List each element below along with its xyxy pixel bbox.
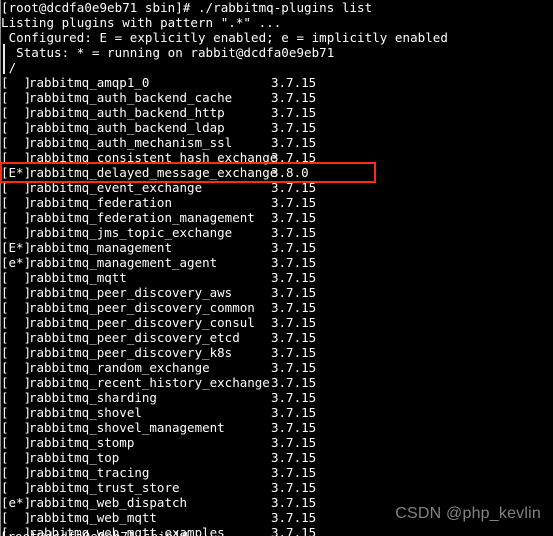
plugin-row: [ ] rabbitmq_peer_discovery_aws 3.7.15 xyxy=(0,285,553,300)
plugin-row: [ ] rabbitmq_federation 3.7.15 xyxy=(0,195,553,210)
plugin-row: [ ] rabbitmq_event_exchange 3.7.15 xyxy=(0,180,553,195)
plugin-version: 3.7.15 xyxy=(271,150,317,165)
plugin-name: rabbitmq_management xyxy=(29,240,172,255)
plugin-name: rabbitmq_web_dispatch xyxy=(29,495,188,510)
plugin-name: rabbitmq_stomp xyxy=(29,435,135,450)
plugin-version: 3.7.15 xyxy=(271,90,317,105)
plugin-name: rabbitmq_mqtt xyxy=(29,270,127,285)
plugin-name: rabbitmq_web_mqtt xyxy=(29,510,157,525)
plugin-name: rabbitmq_auth_backend_cache xyxy=(29,90,233,105)
plugin-version: 3.7.15 xyxy=(271,195,317,210)
plugin-version: 3.7.15 xyxy=(271,240,317,255)
plugin-name: rabbitmq_peer_discovery_aws xyxy=(29,285,233,300)
terminal-window[interactable]: [root@dcdfa0e9eb71 sbin]# ./rabbitmq-plu… xyxy=(0,0,553,536)
configured-legend-line: Configured: E = explicitly enabled; e = … xyxy=(1,30,448,45)
plugin-name: rabbitmq_recent_history_exchange xyxy=(29,375,270,390)
plugin-row: [ ] rabbitmq_stomp 3.7.15 xyxy=(0,435,553,450)
plugin-version: 3.7.15 xyxy=(271,465,317,480)
plugin-name: rabbitmq_peer_discovery_common xyxy=(29,300,255,315)
plugin-name: rabbitmq_peer_discovery_k8s xyxy=(29,345,233,360)
csdn-watermark: CSDN @php_kevlin xyxy=(395,505,541,522)
plugin-version: 3.7.15 xyxy=(271,450,317,465)
plugin-row: [ ] rabbitmq consistent hash exchange 3.7.… xyxy=(0,150,553,165)
plugin-name: rabbitmq_trust_store xyxy=(29,480,180,495)
plugin-row: [E*] rabbitmq_delayed_message_exchange 3.8… xyxy=(0,165,553,180)
plugin-name: rabbitmq_federation_management xyxy=(29,210,255,225)
plugin-version: 3.7.15 xyxy=(271,435,317,450)
plugin-row: [ ] rabbitmq_auth_backend_cache 3.7.15 xyxy=(0,90,553,105)
plugin-version: 3.7.15 xyxy=(271,255,317,270)
plugin-version: 3.7.15 xyxy=(271,75,317,90)
terminal-output: [root@dcdfa0e9eb71 sbin]# ./rabbitmq-plu… xyxy=(0,0,553,536)
plugin-name: rabbitmq_auth_backend_ldap xyxy=(29,120,225,135)
plugin-name: rabbitmq_federation xyxy=(29,195,172,210)
plugin-version: 3.7.15 xyxy=(271,330,317,345)
plugin-row: [ ] rabbitmq_sharding 3.7.15 xyxy=(0,390,553,405)
plugin-row: [ ] rabbitmq_mqtt 3.7.15 xyxy=(0,270,553,285)
plugin-list: [ ] rabbitmq_amqp1_0 3.7.15[ ] rabbitmq_aut… xyxy=(0,75,553,536)
plugin-name: rabbitmq_jms_topic_exchange xyxy=(29,225,233,240)
plugin-row: [ ] rabbitmq_random_exchange 3.7.15 xyxy=(0,360,553,375)
plugin-name: rabbitmq_delayed_message_exchange xyxy=(29,165,278,180)
plugin-version: 3.7.15 xyxy=(271,120,317,135)
plugin-version: 3.7.15 xyxy=(271,225,317,240)
plugin-version: 3.7.15 xyxy=(271,270,317,285)
plugin-version: 3.7.15 xyxy=(271,360,317,375)
plugin-row: [ ] rabbitmq_shovel_management 3.7.15 xyxy=(0,420,553,435)
plugin-version: 3.7.15 xyxy=(271,135,317,150)
plugin-version: 3.7.15 xyxy=(271,405,317,420)
plugin-version: 3.7.15 xyxy=(271,345,317,360)
plugin-name: rabbitmq consistent hash exchange xyxy=(29,150,278,165)
plugin-row: [e*] rabbitmq_management_agent 3.7.15 xyxy=(0,255,553,270)
separator-line: / xyxy=(1,60,17,75)
plugin-version: 3.7.15 xyxy=(271,510,317,525)
status-legend-line: Status: * = running on rabbit@dcdfa0e9eb… xyxy=(1,45,335,60)
plugin-version: 3.7.15 xyxy=(271,480,317,495)
plugin-version: 3.7.15 xyxy=(271,300,317,315)
plugin-version: 3.7.15 xyxy=(271,525,317,536)
plugin-row: [ ] rabbitmq_auth_backend_http 3.7.15 xyxy=(0,105,553,120)
plugin-version: 3.7.15 xyxy=(271,495,317,510)
plugin-version: 3.7.15 xyxy=(271,105,317,120)
listing-pattern-line: Listing plugins with pattern ".*" ... xyxy=(1,15,282,30)
plugin-row: [E*] rabbitmq_management 3.7.15 xyxy=(0,240,553,255)
plugin-version: 3.7.15 xyxy=(271,420,317,435)
plugin-name: rabbitmq_peer_discovery_etcd xyxy=(29,330,240,345)
plugin-row: [ ] rabbitmq_top 3.7.15 xyxy=(0,450,553,465)
plugin-version: 3.7.15 xyxy=(271,390,317,405)
plugin-name: rabbitmq_sharding xyxy=(29,390,157,405)
plugin-name: rabbitmq_management_agent xyxy=(29,255,218,270)
plugin-name: rabbitmq_auth_backend_http xyxy=(29,105,225,120)
plugin-name: rabbitmq_auth_mechanism_ssl xyxy=(29,135,233,150)
plugin-name: rabbitmq_top xyxy=(29,450,120,465)
bottom-prompt-line: [root@dcdfa0e9eb71 sbin]# xyxy=(0,529,188,536)
plugin-row: [ ] rabbitmq_peer_discovery_etcd 3.7.15 xyxy=(0,330,553,345)
plugin-version: 3.8.0 xyxy=(271,165,309,180)
plugin-version: 3.7.15 xyxy=(271,180,317,195)
plugin-name: rabbitmq_event_exchange xyxy=(29,180,203,195)
plugin-version: 3.7.15 xyxy=(271,315,317,330)
plugin-row: [ ] rabbitmq_peer_discovery_common 3.7.15 xyxy=(0,300,553,315)
plugin-version: 3.7.15 xyxy=(271,375,317,390)
plugin-row: [ ] rabbitmq_trust_store 3.7.15 xyxy=(0,480,553,495)
plugin-row: [ ] rabbitmq_federation_management 3.7.15 xyxy=(0,210,553,225)
plugin-row: [ ] rabbitmq_peer_discovery_consul 3.7.15 xyxy=(0,315,553,330)
plugin-version: 3.7.15 xyxy=(271,285,317,300)
plugin-row: [ ] rabbitmq_auth_mechanism_ssl 3.7.15 xyxy=(0,135,553,150)
plugin-name: rabbitmq_shovel xyxy=(29,405,142,420)
plugin-row: [ ] rabbitmq_recent_history_exchange 3.7.1… xyxy=(0,375,553,390)
shell-prompt-line: [root@dcdfa0e9eb71 sbin]# ./rabbitmq-plu… xyxy=(1,0,373,15)
plugin-row: [ ] rabbitmq_auth_backend_ldap 3.7.15 xyxy=(0,120,553,135)
plugin-row: [ ] rabbitmq_peer_discovery_k8s 3.7.15 xyxy=(0,345,553,360)
plugin-name: rabbitmq_shovel_management xyxy=(29,420,225,435)
plugin-row: [ ] rabbitmq_tracing 3.7.15 xyxy=(0,465,553,480)
plugin-row: [ ] rabbitmq_jms_topic_exchange 3.7.15 xyxy=(0,225,553,240)
plugin-row: [ ] rabbitmq_amqp1_0 3.7.15 xyxy=(0,75,553,90)
plugin-row: [ ] rabbitmq_shovel 3.7.15 xyxy=(0,405,553,420)
plugin-version: 3.7.15 xyxy=(271,210,317,225)
plugin-name: rabbitmq_amqp1_0 xyxy=(29,75,150,90)
plugin-name: rabbitmq_tracing xyxy=(29,465,150,480)
plugin-name: rabbitmq_random_exchange xyxy=(29,360,210,375)
plugin-name: rabbitmq_peer_discovery_consul xyxy=(29,315,255,330)
